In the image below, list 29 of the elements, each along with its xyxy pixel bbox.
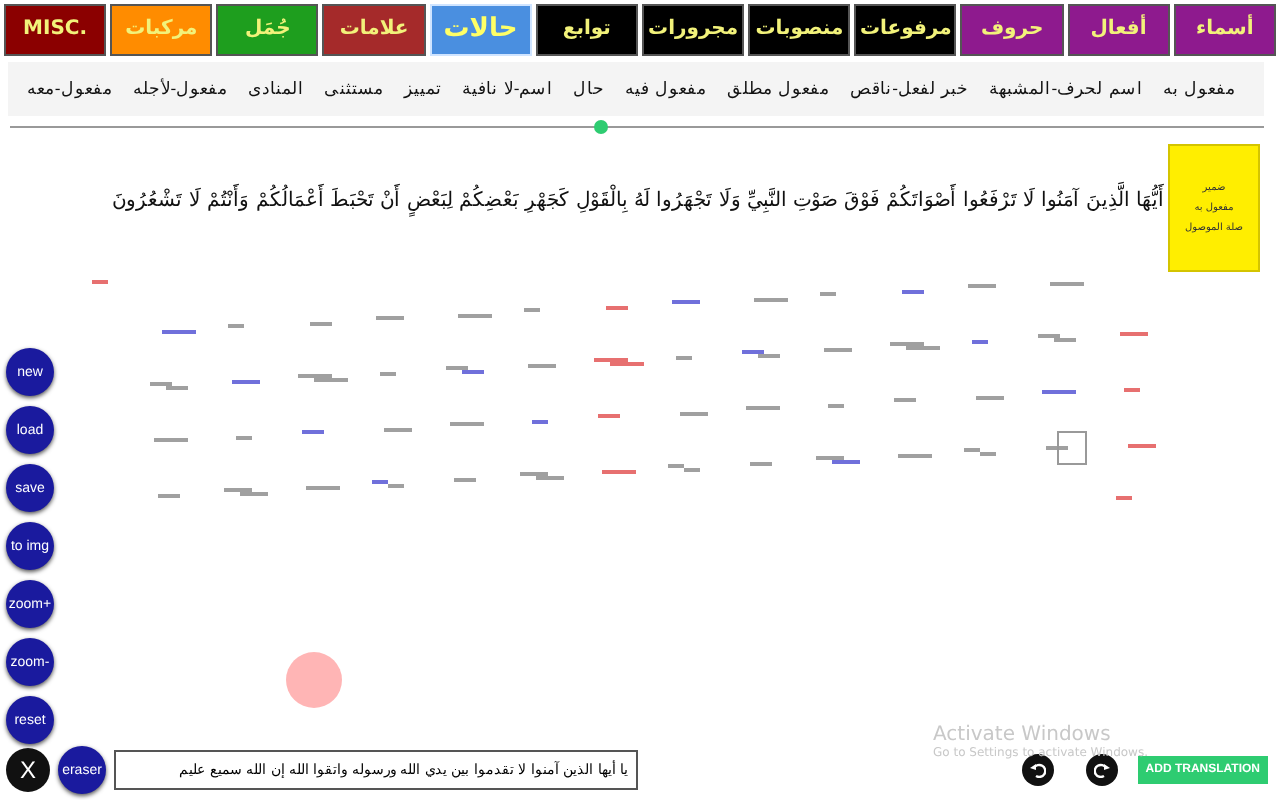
category-tab[interactable]: أفعال bbox=[1067, 4, 1170, 56]
subcategory-item[interactable]: مفعول به bbox=[1162, 78, 1236, 100]
subcategory-item[interactable]: اسم لحرف-المشبهة bbox=[989, 78, 1143, 100]
redo-icon bbox=[1093, 762, 1110, 779]
subcategory-item[interactable]: تمييز bbox=[404, 78, 443, 100]
subcategory-item[interactable]: اسم-لا نافية bbox=[462, 78, 554, 100]
verse-text: أَيُّهَا الَّذِينَ آمَنُوا لَا تَرْفَعُوا أَصْوَاتَكُمْ فَوْقَ صَوْتِ النَّبِيِّ وَلَا تَجْهَرُوا لَهُ بِالْقَوْلِ كَجَهْرِ بَعْضِكُمْ لِبَعْضٍ أَنْ تَحْبَطَ أَعْمَالُكُمْ وَأَنْتُمْ لَا تَشْعُرُونَ bbox=[112, 144, 1164, 213]
category-tab[interactable]: MISC. bbox=[3, 4, 107, 56]
subcategory-item[interactable]: مستثنى bbox=[324, 78, 385, 100]
subcategory-item[interactable]: المنادى bbox=[248, 78, 305, 100]
subcategory-item[interactable]: مفعول-لأجله bbox=[132, 78, 229, 100]
category-tab[interactable]: حروف bbox=[960, 4, 1064, 56]
category-tab[interactable]: مجرورات bbox=[641, 4, 745, 56]
subcategory-item[interactable]: مفعول مطلق bbox=[726, 78, 831, 100]
subcategory-item[interactable]: مفعول فيه bbox=[625, 78, 707, 100]
category-tab[interactable]: مرفوعات bbox=[854, 4, 957, 56]
cursor-highlight bbox=[286, 652, 342, 708]
category-tab[interactable]: منصوبات bbox=[748, 4, 851, 56]
category-tab[interactable]: توابع bbox=[535, 4, 638, 56]
subcategory-item[interactable]: مفعول-معه bbox=[26, 78, 113, 100]
category-tab[interactable]: علامات bbox=[322, 4, 426, 56]
subcategory-item[interactable]: خبر لفعل-ناقص bbox=[850, 78, 970, 100]
category-tab[interactable]: أسماء bbox=[1173, 4, 1276, 56]
close-button[interactable]: X bbox=[6, 748, 50, 793]
slider-thumb[interactable] bbox=[593, 120, 608, 135]
undo-icon bbox=[1029, 762, 1046, 779]
subcategory-item[interactable]: حال bbox=[573, 78, 606, 100]
redo-button[interactable] bbox=[1085, 754, 1118, 787]
undo-button[interactable] bbox=[1021, 754, 1054, 787]
